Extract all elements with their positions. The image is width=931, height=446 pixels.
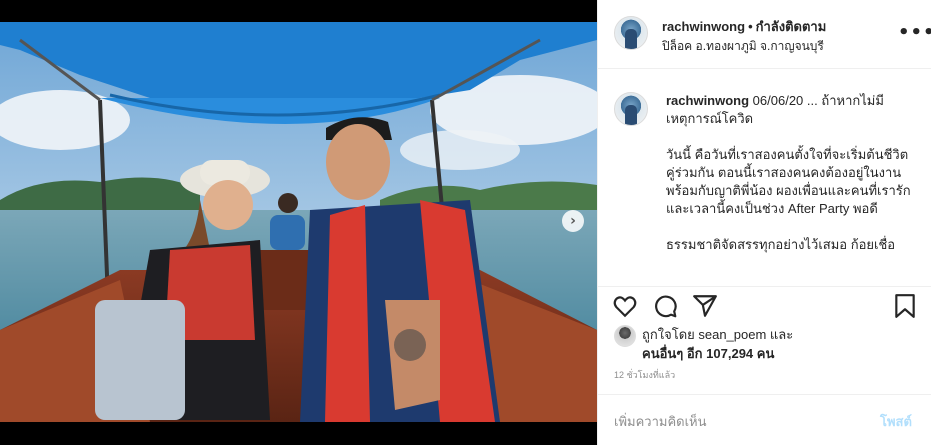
caption-text-block: rachwinwong 06/06/20 ... ถ้าหากไม่มีเหตุ…	[666, 92, 914, 254]
likes-count[interactable]: คนอื่นๆ อีก 107,294 คน	[642, 343, 774, 364]
heart-icon[interactable]	[612, 293, 638, 319]
author-username[interactable]: rachwinwong	[662, 19, 745, 34]
separator-dot: •	[748, 19, 753, 34]
follow-status-button[interactable]: กำลังติดตาม	[756, 19, 827, 34]
chevron-right-icon: ›	[570, 213, 576, 229]
comment-box: เพิ่มความคิดเห็น โพสต์	[598, 394, 931, 446]
likes-summary: ถูกใจโดย sean_poem และ คนอื่นๆ อีก 107,2…	[614, 322, 914, 362]
caption-area: rachwinwong 06/06/20 ... ถ้าหากไม่มีเหตุ…	[598, 68, 931, 286]
caption-author-avatar[interactable]	[614, 92, 648, 126]
photo-illustration	[0, 0, 597, 445]
location-link[interactable]: ปิล็อค อ.ทองผาภูมิ จ.กาญจนบุรี	[662, 37, 824, 56]
instagram-post: › rachwinwong • กำลังติดตาม ปิล็อค อ.ทองผา…	[0, 0, 931, 445]
post-header: rachwinwong • กำลังติดตาม ปิล็อค อ.ทองผาภู…	[598, 0, 931, 69]
bookmark-icon[interactable]	[892, 293, 918, 319]
comment-input[interactable]: เพิ่มความคิดเห็น	[614, 411, 707, 432]
caption-text: 06/06/20 ... ถ้าหากไม่มีเหตุการณ์โควิด ว…	[666, 93, 911, 252]
paper-plane-icon[interactable]	[692, 293, 718, 319]
author-avatar[interactable]	[614, 16, 648, 50]
post-photo[interactable]: ›	[0, 0, 597, 445]
liked-by-text[interactable]: ถูกใจโดย sean_poem และ	[642, 324, 793, 345]
action-bar	[598, 286, 931, 321]
author-line: rachwinwong • กำลังติดตาม	[662, 16, 826, 37]
post-timestamp[interactable]: 12 ชั่วโมงที่แล้ว	[614, 368, 675, 382]
comment-icon[interactable]	[652, 293, 678, 319]
liker-avatar[interactable]	[614, 325, 636, 347]
post-sidebar: rachwinwong • กำลังติดตาม ปิล็อค อ.ทองผาภู…	[597, 0, 931, 445]
caption-username[interactable]: rachwinwong	[666, 93, 749, 108]
more-options-icon[interactable]: •••	[898, 22, 931, 43]
post-comment-button[interactable]: โพสต์	[880, 411, 912, 432]
next-photo-button[interactable]: ›	[562, 210, 584, 232]
